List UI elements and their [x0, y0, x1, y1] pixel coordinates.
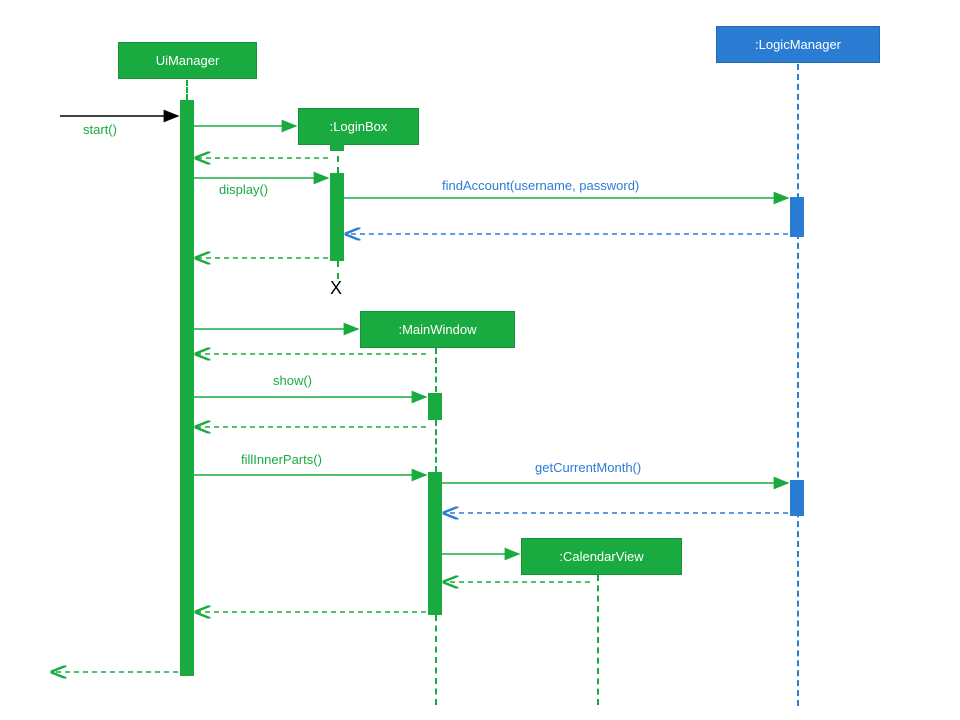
sequence-diagram: UiManager :LoginBox :LogicManager :MainW…	[0, 0, 960, 720]
arrows-layer	[0, 0, 960, 720]
